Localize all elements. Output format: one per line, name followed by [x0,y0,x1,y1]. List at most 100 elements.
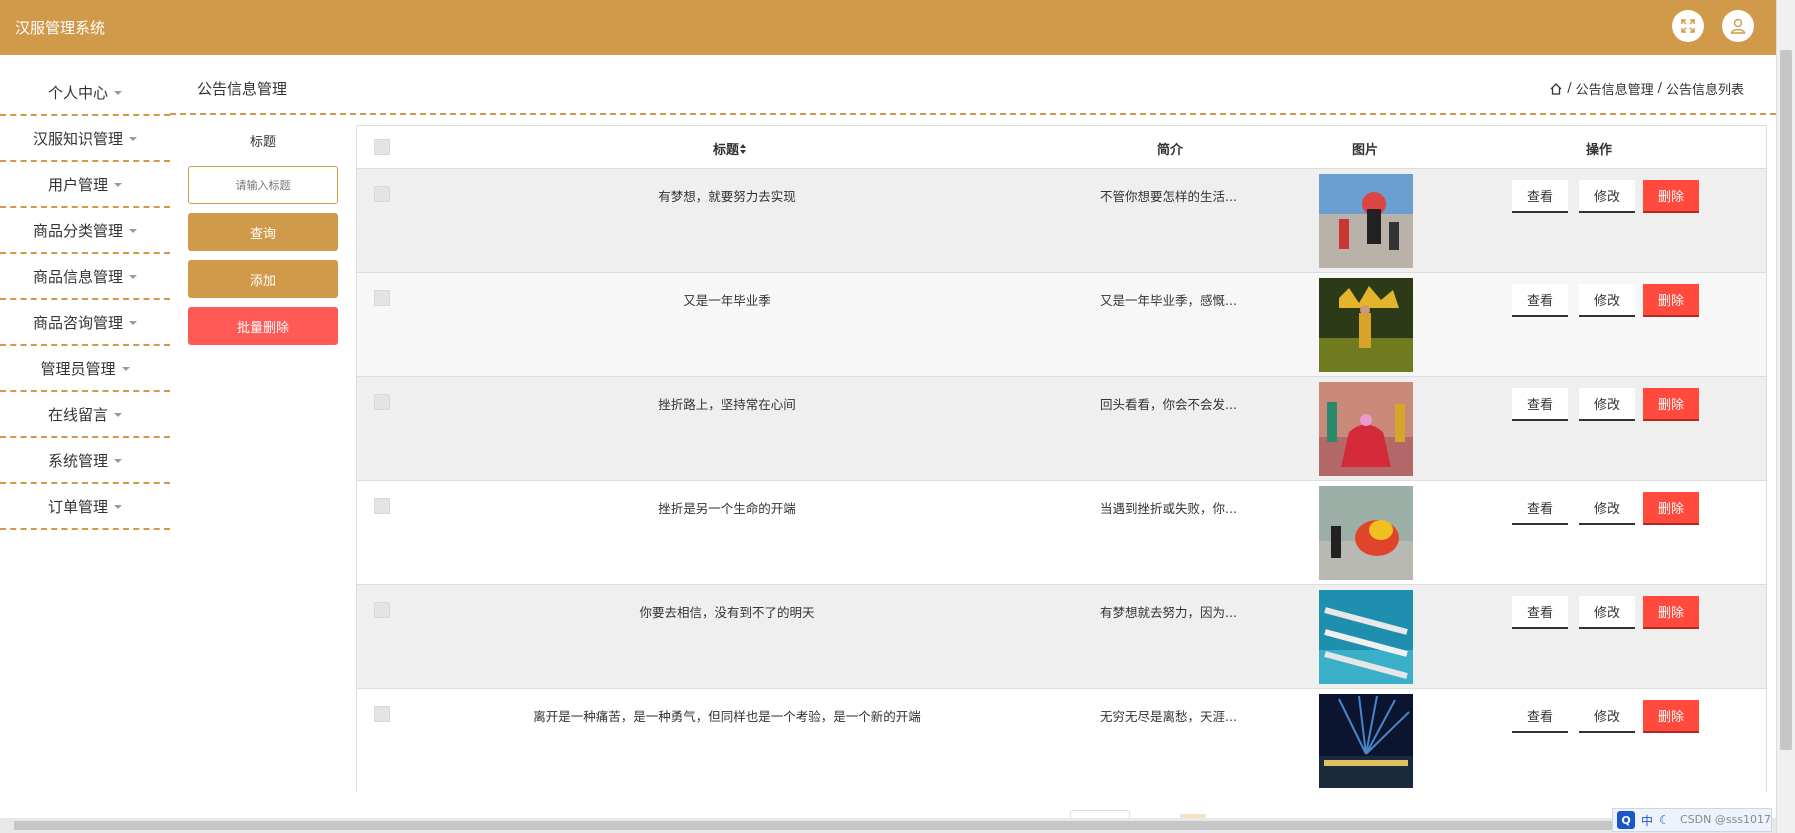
delete-button[interactable]: 删除 [1643,388,1699,421]
notice-table: 标题 简介 图片 操作 有梦想，就要努力去实现 不管你想要怎样的生活... 查看… [356,125,1767,793]
sidebar: 个人中心 汉服知识管理 用户管理 商品分类管理 商品信息管理 商品咨询管理 管理… [0,70,170,530]
table-row: 挫折路上，坚持常在心间 回头看看，你会不会发... 查看 修改 删除 [357,377,1766,481]
delete-button[interactable]: 删除 [1643,596,1699,629]
user-icon [1730,18,1746,34]
sidebar-item-product-inquiry[interactable]: 商品咨询管理 [0,300,170,346]
sidebar-item-online-messages[interactable]: 在线留言 [0,392,170,438]
breadcrumb-item: 公告信息列表 [1665,83,1744,98]
sidebar-item-system[interactable]: 系统管理 [0,438,170,484]
view-button[interactable]: 查看 [1512,596,1568,629]
sidebar-item-label: 用户管理 [47,175,108,194]
row-title: 你要去相信，没有到不了的明天 [639,605,815,620]
edit-button[interactable]: 修改 [1579,284,1635,317]
row-intro: 无穷无尽是离愁，天涯... [1100,709,1237,724]
column-header-title[interactable]: 标题 [713,139,747,158]
fullscreen-button[interactable] [1672,10,1704,42]
table-row: 离开是一种痛苦，是一种勇气，但同样也是一个考验，是一个新的开端 无穷无尽是离愁，… [357,689,1766,793]
caret-down-icon [114,459,122,463]
row-title: 离开是一种痛苦，是一种勇气，但同样也是一个考验，是一个新的开端 [533,709,921,724]
view-button[interactable]: 查看 [1512,492,1568,525]
sidebar-item-hanfu-knowledge[interactable]: 汉服知识管理 [0,116,170,162]
sidebar-item-label: 商品咨询管理 [32,313,123,332]
caret-down-icon [129,275,137,279]
dancers-parade-photo[interactable] [1319,174,1413,268]
dragon-boat-photo[interactable] [1319,590,1413,684]
horizontal-scrollbar[interactable] [0,818,1776,833]
row-intro: 当遇到挫折或失败，你... [1100,501,1237,516]
sidebar-item-product-categories[interactable]: 商品分类管理 [0,208,170,254]
edit-button[interactable]: 修改 [1579,700,1635,733]
sidebar-item-label: 系统管理 [47,451,108,470]
delete-button[interactable]: 删除 [1643,700,1699,733]
red-dress-dance-photo[interactable] [1319,382,1413,476]
sidebar-item-label: 商品分类管理 [32,221,123,240]
table-row: 有梦想，就要努力去实现 不管你想要怎样的生活... 查看 修改 删除 [357,169,1766,273]
edit-button[interactable]: 修改 [1579,388,1635,421]
breadcrumb-separator: / [1657,81,1662,96]
column-header-intro: 简介 [1157,143,1184,158]
page-title-bar: 公告信息管理 / 公告信息管理 / 公告信息列表 [170,70,1776,115]
table-header: 标题 简介 图片 操作 [357,126,1766,169]
vertical-scrollbar-thumb[interactable] [1780,50,1792,750]
sidebar-item-personal-center[interactable]: 个人中心 [0,70,170,116]
caret-down-icon [114,183,122,187]
caret-down-icon [114,505,122,509]
sort-icon[interactable] [739,143,747,155]
view-button[interactable]: 查看 [1512,700,1568,733]
edit-button[interactable]: 修改 [1579,492,1635,525]
night-lights-photo[interactable] [1319,694,1413,788]
query-button[interactable]: 查询 [188,213,338,251]
caret-down-icon [121,367,130,371]
row-intro: 回头看看，你会不会发... [1100,397,1237,412]
moon-icon[interactable]: ☾ [1659,813,1670,827]
delete-button[interactable]: 删除 [1643,492,1699,525]
festival-dancer-photo[interactable] [1319,278,1413,372]
column-header-actions: 操作 [1586,143,1613,158]
breadcrumb: / 公告信息管理 / 公告信息列表 [1549,79,1744,98]
caret-down-icon [114,413,122,417]
row-title: 挫折路上，坚持常在心间 [658,397,796,412]
select-all-checkbox[interactable] [374,139,390,155]
horizontal-scrollbar-thumb[interactable] [14,821,1614,830]
view-button[interactable]: 查看 [1512,180,1568,213]
ime-mode[interactable]: 中 [1641,812,1653,829]
sidebar-item-label: 个人中心 [47,83,108,102]
breadcrumb-separator: / [1567,81,1572,96]
row-intro: 有梦想就去努力，因为... [1100,605,1237,620]
sidebar-item-product-info[interactable]: 商品信息管理 [0,254,170,300]
row-intro: 又是一年毕业季，感慨... [1100,293,1237,308]
user-button[interactable] [1722,10,1754,42]
sidebar-item-users[interactable]: 用户管理 [0,162,170,208]
title-search-input[interactable] [188,166,338,204]
caret-down-icon [114,91,122,95]
column-header-title-label: 标题 [713,143,740,158]
lion-dance-photo[interactable] [1319,486,1413,580]
table-row: 你要去相信，没有到不了的明天 有梦想就去努力，因为... 查看 修改 删除 [357,585,1766,689]
sidebar-item-admins[interactable]: 管理员管理 [0,346,170,392]
sidebar-item-label: 订单管理 [47,497,108,516]
caret-down-icon [129,321,137,325]
fullscreen-icon [1681,19,1695,33]
vertical-scrollbar[interactable] [1776,0,1795,833]
delete-button[interactable]: 删除 [1643,284,1699,317]
top-header: 汉服管理系统 [0,0,1776,55]
edit-button[interactable]: 修改 [1579,596,1635,629]
row-intro: 不管你想要怎样的生活... [1100,189,1237,204]
sidebar-item-label: 商品信息管理 [32,267,123,286]
view-button[interactable]: 查看 [1512,388,1568,421]
column-header-image: 图片 [1352,143,1379,158]
watermark: CSDN @sss1017 [1680,813,1772,826]
search-panel: 标题 查询 添加 批量删除 [188,128,338,345]
edit-button[interactable]: 修改 [1579,180,1635,213]
row-title: 有梦想，就要努力去实现 [658,189,796,204]
batch-delete-button[interactable]: 批量删除 [188,307,338,345]
delete-button[interactable]: 删除 [1643,180,1699,213]
table-row: 又是一年毕业季 又是一年毕业季，感慨... 查看 修改 删除 [357,273,1766,377]
home-icon[interactable] [1549,82,1563,96]
table-row: 挫折是另一个生命的开端 当遇到挫折或失败，你... 查看 修改 删除 [357,481,1766,585]
add-button[interactable]: 添加 [188,260,338,298]
sidebar-item-orders[interactable]: 订单管理 [0,484,170,530]
view-button[interactable]: 查看 [1512,284,1568,317]
breadcrumb-item[interactable]: 公告信息管理 [1576,79,1654,98]
sidebar-item-label: 管理员管理 [40,359,116,378]
